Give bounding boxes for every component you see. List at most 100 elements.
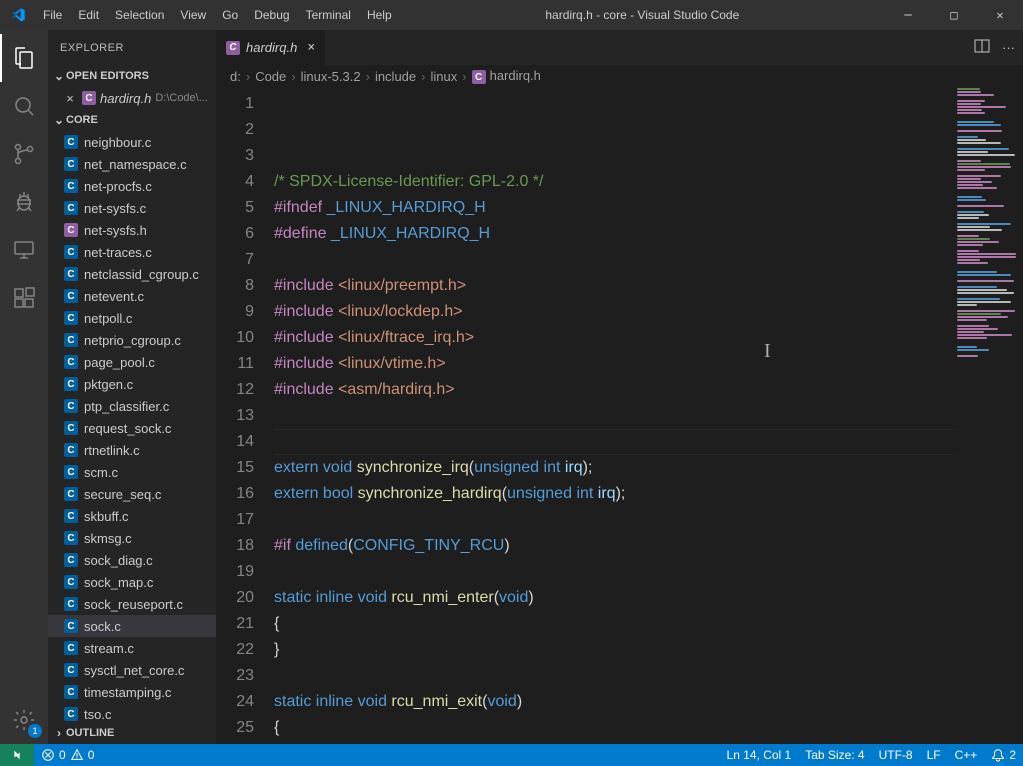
file-item[interactable]: Cnet-sysfs.c — [48, 197, 216, 219]
file-item[interactable]: Cnet_namespace.c — [48, 153, 216, 175]
file-item[interactable]: Csecure_seq.c — [48, 483, 216, 505]
activity-bar: 1 — [0, 30, 48, 744]
c-file-icon: C — [64, 135, 78, 149]
file-item[interactable]: Csock.c — [48, 615, 216, 637]
file-item[interactable]: Csock_map.c — [48, 571, 216, 593]
activity-debug[interactable] — [0, 178, 48, 226]
section-outline[interactable]: › OUTLINE — [48, 722, 216, 744]
status-eol[interactable]: LF — [920, 744, 948, 766]
close-button[interactable]: ✕ — [977, 0, 1023, 30]
file-item[interactable]: Csysctl_net_core.c — [48, 659, 216, 681]
c-file-icon: C — [64, 201, 78, 215]
c-file-icon: C — [64, 575, 78, 589]
status-notifications[interactable]: 2 — [984, 744, 1023, 766]
breadcrumb-file[interactable]: Chardirq.h — [472, 68, 541, 85]
file-name: sock_map.c — [84, 575, 153, 590]
status-tabsize[interactable]: Tab Size: 4 — [798, 744, 871, 766]
status-cursor[interactable]: Ln 14, Col 1 — [720, 744, 799, 766]
c-file-icon: C — [64, 619, 78, 633]
menu-edit[interactable]: Edit — [70, 0, 107, 30]
close-editor-icon[interactable]: × — [62, 91, 78, 106]
c-file-icon: C — [64, 355, 78, 369]
file-item[interactable]: Cnetpoll.c — [48, 307, 216, 329]
file-item[interactable]: Cnet-sysfs.h — [48, 219, 216, 241]
activity-search[interactable] — [0, 82, 48, 130]
chevron-right-icon: › — [288, 69, 298, 84]
file-item[interactable]: Cskbuff.c — [48, 505, 216, 527]
menu-debug[interactable]: Debug — [246, 0, 297, 30]
file-name: secure_seq.c — [84, 487, 161, 502]
file-item[interactable]: Cneighbour.c — [48, 131, 216, 153]
file-name: net_namespace.c — [84, 157, 187, 172]
status-encoding[interactable]: UTF-8 — [872, 744, 920, 766]
menu-selection[interactable]: Selection — [107, 0, 172, 30]
file-item[interactable]: Crtnetlink.c — [48, 439, 216, 461]
file-name: request_sock.c — [84, 421, 171, 436]
status-language[interactable]: C++ — [948, 744, 985, 766]
file-name: netclassid_cgroup.c — [84, 267, 199, 282]
file-item[interactable]: Cnetclassid_cgroup.c — [48, 263, 216, 285]
window-controls: ─ □ ✕ — [885, 0, 1023, 30]
chevron-right-icon: › — [363, 69, 373, 84]
split-editor-icon[interactable] — [974, 38, 990, 57]
file-item[interactable]: Cptp_classifier.c — [48, 395, 216, 417]
file-item[interactable]: Ctimestamping.c — [48, 681, 216, 703]
open-editor-item[interactable]: × C hardirq.h D:\Code\... — [48, 87, 216, 109]
file-name: skmsg.c — [84, 531, 132, 546]
file-name: skbuff.c — [84, 509, 129, 524]
file-item[interactable]: Csock_reuseport.c — [48, 593, 216, 615]
file-item[interactable]: Cpktgen.c — [48, 373, 216, 395]
menu-view[interactable]: View — [172, 0, 214, 30]
code-editor[interactable]: 1234567891011121314151617181920212223242… — [216, 87, 1023, 744]
activity-scm[interactable] — [0, 130, 48, 178]
section-open-editors[interactable]: ⌄ OPEN EDITORS — [48, 65, 216, 87]
file-name: net-traces.c — [84, 245, 152, 260]
file-name: sock_diag.c — [84, 553, 153, 568]
breadcrumb-segment[interactable]: d: — [230, 69, 241, 84]
minimize-button[interactable]: ─ — [885, 0, 931, 30]
more-actions-icon[interactable]: ··· — [1002, 40, 1015, 55]
sidebar-title: EXPLORER — [48, 30, 216, 65]
file-item[interactable]: Csock_diag.c — [48, 549, 216, 571]
remote-indicator[interactable] — [0, 744, 34, 766]
c-file-icon: C — [64, 443, 78, 457]
c-header-icon: C — [226, 41, 240, 55]
maximize-button[interactable]: □ — [931, 0, 977, 30]
menu-terminal[interactable]: Terminal — [298, 0, 359, 30]
file-item[interactable]: Cskmsg.c — [48, 527, 216, 549]
file-item[interactable]: Cnetprio_cgroup.c — [48, 329, 216, 351]
breadcrumb-segment[interactable]: include — [375, 69, 416, 84]
c-file-icon: C — [64, 179, 78, 193]
code-content[interactable]: /* SPDX-License-Identifier: GPL-2.0 */#i… — [274, 87, 1023, 744]
minimap[interactable] — [953, 87, 1023, 744]
tab-hardirq[interactable]: C hardirq.h × — [216, 30, 326, 65]
file-name: stream.c — [84, 641, 134, 656]
menu-help[interactable]: Help — [359, 0, 400, 30]
settings-badge: 1 — [28, 724, 42, 738]
breadcrumb-segment[interactable]: linux-5.3.2 — [301, 69, 361, 84]
breadcrumb-segment[interactable]: linux — [430, 69, 457, 84]
file-item[interactable]: Cscm.c — [48, 461, 216, 483]
menu-go[interactable]: Go — [214, 0, 246, 30]
breadcrumb[interactable]: d:›Code›linux-5.3.2›include›linux›Chardi… — [216, 65, 1023, 87]
file-item[interactable]: Crequest_sock.c — [48, 417, 216, 439]
file-item[interactable]: Cnet-procfs.c — [48, 175, 216, 197]
activity-settings[interactable]: 1 — [0, 696, 48, 744]
status-problems[interactable]: 0 0 — [34, 744, 101, 766]
file-item[interactable]: Cstream.c — [48, 637, 216, 659]
activity-remote[interactable] — [0, 226, 48, 274]
activity-extensions[interactable] — [0, 274, 48, 322]
file-item[interactable]: Cpage_pool.c — [48, 351, 216, 373]
file-item[interactable]: Cnet-traces.c — [48, 241, 216, 263]
file-item[interactable]: Cnetevent.c — [48, 285, 216, 307]
c-file-icon: C — [64, 289, 78, 303]
section-core[interactable]: ⌄ CORE — [48, 109, 216, 131]
chevron-right-icon: › — [52, 726, 66, 740]
breadcrumb-segment[interactable]: Code — [255, 69, 286, 84]
menu-file[interactable]: File — [35, 0, 70, 30]
c-file-icon: C — [64, 487, 78, 501]
close-tab-icon[interactable]: × — [307, 40, 315, 55]
file-name: netevent.c — [84, 289, 144, 304]
file-item[interactable]: Ctso.c — [48, 703, 216, 722]
activity-explorer[interactable] — [0, 34, 48, 82]
